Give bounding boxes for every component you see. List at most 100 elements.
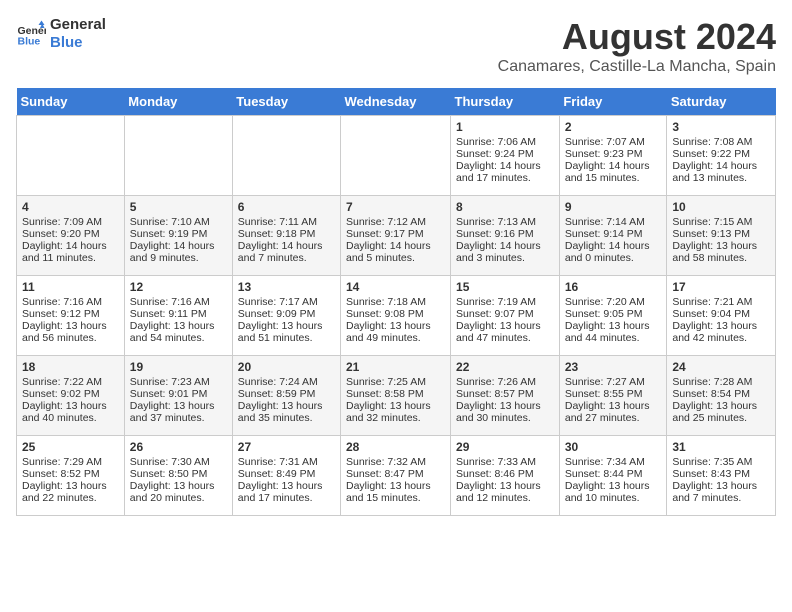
calendar-cell: 11Sunrise: 7:16 AMSunset: 9:12 PMDayligh… <box>17 276 125 356</box>
day-number: 25 <box>22 440 119 454</box>
day-info: Daylight: 13 hours <box>672 480 770 492</box>
day-info: Daylight: 13 hours <box>130 480 227 492</box>
day-number: 21 <box>346 360 445 374</box>
calendar-cell <box>17 116 125 196</box>
day-info: Sunset: 8:58 PM <box>346 388 445 400</box>
day-info: Daylight: 14 hours <box>130 240 227 252</box>
day-number: 28 <box>346 440 445 454</box>
day-info: Sunset: 8:59 PM <box>238 388 335 400</box>
day-info: Daylight: 13 hours <box>456 480 554 492</box>
day-number: 30 <box>565 440 662 454</box>
day-info: and 9 minutes. <box>130 252 227 264</box>
calendar-header-row: SundayMondayTuesdayWednesdayThursdayFrid… <box>17 88 776 116</box>
week-row-2: 11Sunrise: 7:16 AMSunset: 9:12 PMDayligh… <box>17 276 776 356</box>
day-number: 14 <box>346 280 445 294</box>
calendar-cell: 7Sunrise: 7:12 AMSunset: 9:17 PMDaylight… <box>341 196 451 276</box>
day-info: Sunrise: 7:28 AM <box>672 376 770 388</box>
day-info: Sunset: 9:09 PM <box>238 308 335 320</box>
day-info: Sunrise: 7:07 AM <box>565 136 662 148</box>
day-info: Daylight: 13 hours <box>346 480 445 492</box>
day-info: Sunrise: 7:29 AM <box>22 456 119 468</box>
day-number: 13 <box>238 280 335 294</box>
day-info: Sunset: 8:55 PM <box>565 388 662 400</box>
day-info: Sunset: 9:23 PM <box>565 148 662 160</box>
day-info: Sunrise: 7:34 AM <box>565 456 662 468</box>
title-block: August 2024 Canamares, Castille-La Manch… <box>498 16 776 76</box>
day-info: Sunrise: 7:16 AM <box>22 296 119 308</box>
day-info: Sunrise: 7:08 AM <box>672 136 770 148</box>
day-info: Daylight: 14 hours <box>346 240 445 252</box>
day-number: 1 <box>456 120 554 134</box>
day-info: Daylight: 13 hours <box>130 400 227 412</box>
day-info: and 56 minutes. <box>22 332 119 344</box>
calendar-cell <box>341 116 451 196</box>
calendar-cell: 8Sunrise: 7:13 AMSunset: 9:16 PMDaylight… <box>451 196 560 276</box>
calendar-cell: 25 Sunrise: 7:29 AMSunset: 8:52 PMDayligh… <box>17 436 125 516</box>
day-number: 8 <box>456 200 554 214</box>
day-info: Daylight: 13 hours <box>22 480 119 492</box>
logo-text-blue: Blue <box>50 34 106 52</box>
day-info: and 7 minutes. <box>672 492 770 504</box>
col-header-tuesday: Tuesday <box>232 88 340 116</box>
day-number: 26 <box>130 440 227 454</box>
calendar-cell: 14Sunrise: 7:18 AMSunset: 9:08 PMDayligh… <box>341 276 451 356</box>
col-header-monday: Monday <box>124 88 232 116</box>
day-info: Sunset: 8:52 PM <box>22 468 119 480</box>
day-info: and 20 minutes. <box>130 492 227 504</box>
week-row-4: 25Sunrise: 7:29 AMSunset: 8:52 PMDayligh… <box>17 436 776 516</box>
day-info: Daylight: 13 hours <box>565 480 662 492</box>
calendar-cell: 3Sunrise: 7:08 AMSunset: 9:22 PMDaylight… <box>667 116 776 196</box>
day-info: Daylight: 14 hours <box>565 160 662 172</box>
calendar-cell: 17Sunrise: 7:21 AMSunset: 9:04 PMDayligh… <box>667 276 776 356</box>
day-info: Daylight: 14 hours <box>22 240 119 252</box>
col-header-friday: Friday <box>559 88 667 116</box>
day-info: and 32 minutes. <box>346 412 445 424</box>
day-info: Daylight: 13 hours <box>565 320 662 332</box>
day-info: Sunset: 9:17 PM <box>346 228 445 240</box>
day-number: 5 <box>130 200 227 214</box>
day-info: and 13 minutes. <box>672 172 770 184</box>
day-info: Daylight: 13 hours <box>672 320 770 332</box>
day-info: and 37 minutes. <box>130 412 227 424</box>
week-row-3: 18Sunrise: 7:22 AMSunset: 9:02 PMDayligh… <box>17 356 776 436</box>
day-info: and 7 minutes. <box>238 252 335 264</box>
day-info: Sunset: 8:46 PM <box>456 468 554 480</box>
col-header-sunday: Sunday <box>17 88 125 116</box>
day-info: and 22 minutes. <box>22 492 119 504</box>
day-info: and 12 minutes. <box>456 492 554 504</box>
calendar-body: 1Sunrise: 7:06 AMSunset: 9:24 PMDaylight… <box>17 116 776 516</box>
calendar-cell: 22Sunrise: 7:26 AMSunset: 8:57 PMDayligh… <box>451 356 560 436</box>
day-number: 24 <box>672 360 770 374</box>
day-info: Daylight: 13 hours <box>346 320 445 332</box>
day-info: Sunset: 9:05 PM <box>565 308 662 320</box>
day-info: Sunrise: 7:19 AM <box>456 296 554 308</box>
day-info: Sunset: 8:49 PM <box>238 468 335 480</box>
day-info: and 27 minutes. <box>565 412 662 424</box>
col-header-thursday: Thursday <box>451 88 560 116</box>
day-info: and 17 minutes. <box>456 172 554 184</box>
day-number: 12 <box>130 280 227 294</box>
calendar-cell: 28Sunrise: 7:32 AMSunset: 8:47 PMDayligh… <box>341 436 451 516</box>
calendar-cell: 9Sunrise: 7:14 AMSunset: 9:14 PMDaylight… <box>559 196 667 276</box>
calendar-cell: 21Sunrise: 7:25 AMSunset: 8:58 PMDayligh… <box>341 356 451 436</box>
day-number: 17 <box>672 280 770 294</box>
day-info: Sunrise: 7:30 AM <box>130 456 227 468</box>
day-info: Sunset: 9:04 PM <box>672 308 770 320</box>
calendar-cell <box>232 116 340 196</box>
day-info: and 51 minutes. <box>238 332 335 344</box>
day-info: Sunrise: 7:10 AM <box>130 216 227 228</box>
logo-text-general: General <box>50 16 106 34</box>
day-info: Sunrise: 7:26 AM <box>456 376 554 388</box>
day-info: Sunrise: 7:23 AM <box>130 376 227 388</box>
calendar-cell <box>124 116 232 196</box>
day-info: Sunrise: 7:15 AM <box>672 216 770 228</box>
day-info: and 40 minutes. <box>22 412 119 424</box>
calendar-cell: 24Sunrise: 7:28 AMSunset: 8:54 PMDayligh… <box>667 356 776 436</box>
day-info: Sunrise: 7:06 AM <box>456 136 554 148</box>
subtitle: Canamares, Castille-La Mancha, Spain <box>498 58 776 76</box>
day-info: Sunrise: 7:17 AM <box>238 296 335 308</box>
day-info: and 10 minutes. <box>565 492 662 504</box>
day-info: Sunset: 9:07 PM <box>456 308 554 320</box>
day-info: Sunset: 9:16 PM <box>456 228 554 240</box>
calendar-cell: 30Sunrise: 7:34 AMSunset: 8:44 PMDayligh… <box>559 436 667 516</box>
